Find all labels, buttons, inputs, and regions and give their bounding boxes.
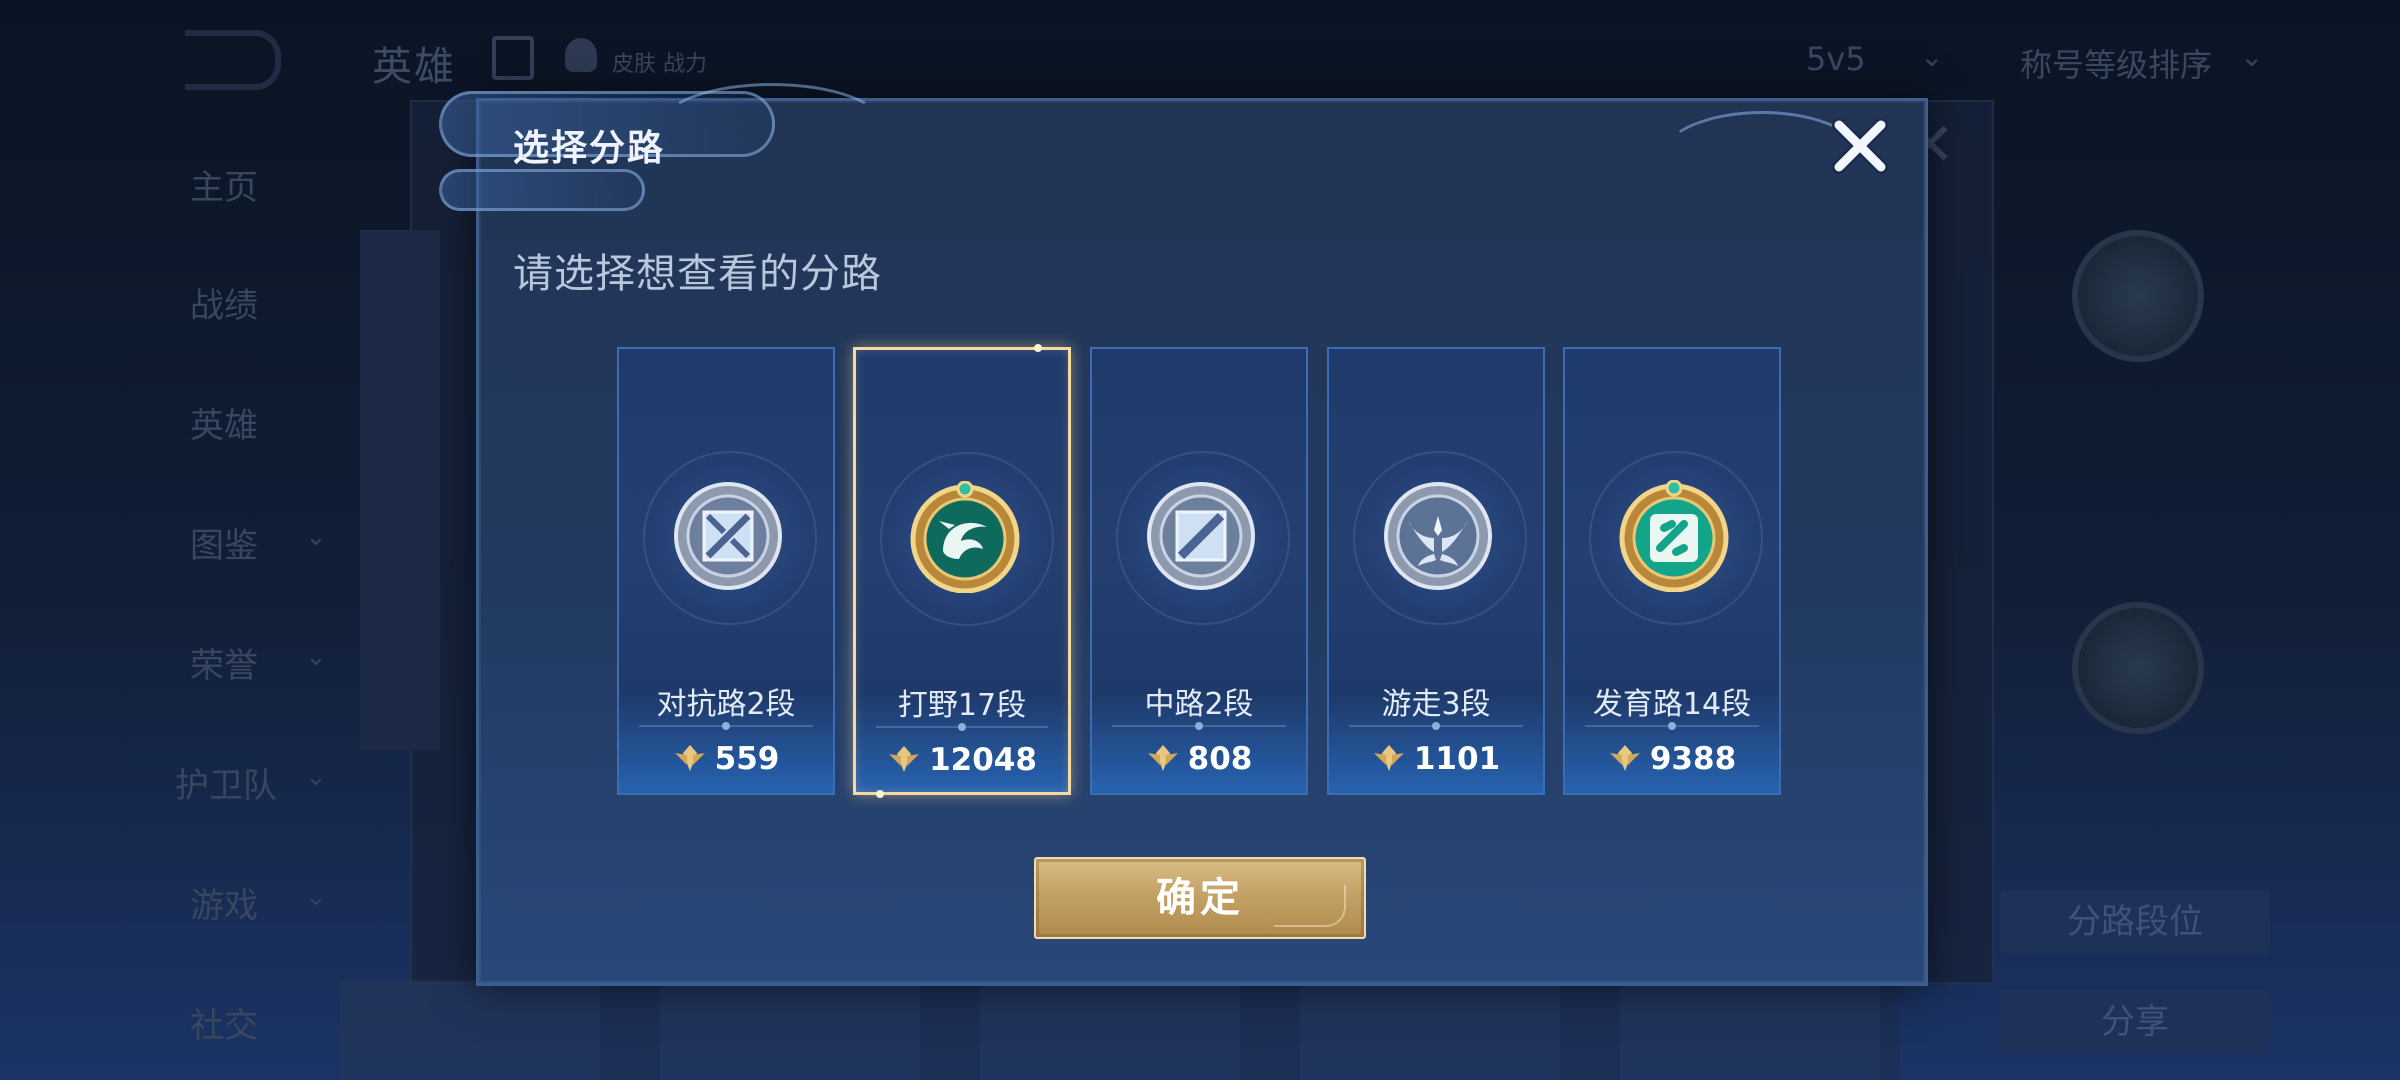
roam-wings-emblem-icon xyxy=(1384,482,1492,590)
bg-hero-icon xyxy=(565,38,597,72)
lane-points: 808 xyxy=(1092,741,1306,777)
bg-sidebar-item: 战绩 xyxy=(190,286,258,326)
bg-sidebar-item: 图鉴 xyxy=(190,526,258,566)
lane-card-list: 对抗路2段 559 打野17段 12048 中路2段 808 游走3段 1101… xyxy=(617,344,1787,799)
divider xyxy=(876,723,1048,731)
bg-hero-strip xyxy=(340,980,1900,1080)
dialog-subtitle: 请选择想查看的分路 xyxy=(513,251,882,297)
bg-sidebar-item: 荣誉 xyxy=(190,646,258,686)
jungle-dragon-emblem-icon xyxy=(910,481,1020,593)
lane-rank-label: 对抗路2段 xyxy=(656,687,796,722)
proficiency-icon xyxy=(674,745,705,771)
selection-dot xyxy=(876,790,884,798)
dialog-title: 选择分路 xyxy=(513,128,666,169)
lane-rank-label: 打野17段 xyxy=(897,688,1027,723)
divider xyxy=(639,722,813,730)
lane-card-mid[interactable]: 中路2段 808 xyxy=(1090,347,1308,795)
bg-jungle-badge-icon xyxy=(2072,230,2204,362)
lane-card-roam[interactable]: 游走3段 1101 xyxy=(1327,347,1545,795)
lane-points: 12048 xyxy=(856,742,1068,778)
bg-left-panel xyxy=(360,230,440,750)
proficiency-icon xyxy=(1609,745,1640,771)
points-value: 9388 xyxy=(1649,741,1737,777)
lane-rank-label: 发育路14段 xyxy=(1592,687,1752,722)
lane-points: 1101 xyxy=(1329,741,1543,777)
bg-sidebar-item: 社交 xyxy=(190,1006,258,1046)
bg-chevron-down-icon: ⌄ xyxy=(305,762,327,792)
bg-sidebar-item: 游戏 xyxy=(190,886,258,926)
divider xyxy=(1349,722,1523,730)
bg-sidebar-item: 护卫队 xyxy=(175,766,277,806)
clash-lane-emblem-icon xyxy=(674,482,782,590)
bg-mode-select: 5v5 xyxy=(1806,40,1866,78)
back-logo-icon xyxy=(185,30,281,90)
bg-sidebar-item: 英雄 xyxy=(190,406,258,446)
bg-chevron-down-icon: ⌄ xyxy=(305,522,327,552)
bg-book-icon xyxy=(492,36,534,80)
close-button[interactable] xyxy=(1825,111,1895,181)
confirm-label: 确定 xyxy=(1156,875,1244,921)
divider xyxy=(1112,722,1286,730)
button-ornament xyxy=(1274,885,1346,927)
bg-sort-select: 称号等级排序 xyxy=(2020,46,2213,84)
points-value: 559 xyxy=(714,741,780,777)
points-value: 1101 xyxy=(1413,741,1501,777)
lane-rank-label: 游走3段 xyxy=(1381,687,1491,722)
farm-lane-emblem-icon xyxy=(1619,480,1729,592)
lane-card-farm[interactable]: 发育路14段 9388 xyxy=(1563,347,1781,795)
lane-points: 9388 xyxy=(1565,741,1779,777)
lane-card-jungle[interactable]: 打野17段 12048 xyxy=(853,344,1071,798)
lane-rank-label: 中路2段 xyxy=(1144,687,1254,722)
points-value: 12048 xyxy=(929,742,1037,778)
bg-lane-rank-button: 分路段位 xyxy=(2000,890,2270,954)
proficiency-icon xyxy=(889,746,920,772)
close-icon xyxy=(1832,118,1888,174)
lane-card-clash[interactable]: 对抗路2段 559 xyxy=(617,347,835,795)
lane-select-dialog: 选择分路 请选择想查看的分路 对抗路2段 559 打野17段 12048 中路2… xyxy=(439,83,1928,986)
bg-page-title: 英雄 xyxy=(372,44,456,90)
lane-points: 559 xyxy=(619,741,833,777)
proficiency-icon xyxy=(1373,745,1404,771)
bg-sidebar-item: 主页 xyxy=(190,168,258,208)
mid-lane-emblem-icon xyxy=(1147,482,1255,590)
divider xyxy=(1585,722,1759,730)
bg-chevron-down-icon: ⌄ xyxy=(2240,40,2264,73)
bg-farm-badge-icon xyxy=(2072,602,2204,734)
points-value: 808 xyxy=(1187,741,1253,777)
bg-chevron-down-icon: ⌄ xyxy=(305,642,327,672)
swirl-decoration xyxy=(659,83,885,169)
bg-subtitle: 皮肤 战力 xyxy=(612,52,707,77)
bg-share-button: 分享 xyxy=(2000,990,2270,1054)
proficiency-icon xyxy=(1147,745,1178,771)
confirm-button[interactable]: 确定 xyxy=(1034,857,1366,939)
bg-chevron-down-icon: ⌄ xyxy=(305,882,327,912)
cloud-decoration xyxy=(439,169,645,211)
bg-chevron-down-icon: ⌄ xyxy=(1920,40,1944,73)
selection-dot xyxy=(1034,344,1042,352)
